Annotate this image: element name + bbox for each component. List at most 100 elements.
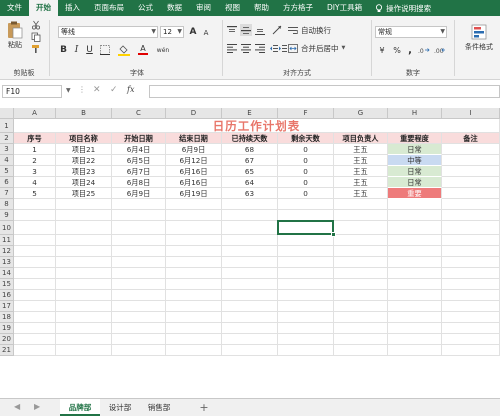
empty-cell[interactable]: [222, 345, 278, 356]
empty-cell[interactable]: [56, 323, 112, 334]
table-cell[interactable]: 63: [222, 188, 278, 199]
empty-cell[interactable]: [442, 279, 500, 290]
row-header[interactable]: 13: [0, 257, 14, 268]
table-cell[interactable]: [442, 188, 500, 199]
empty-cell[interactable]: [56, 199, 112, 210]
table-header-cell[interactable]: 项目名称: [56, 133, 112, 144]
empty-cell[interactable]: [14, 312, 56, 323]
comma-style-button[interactable]: ,: [405, 44, 415, 56]
insert-function-button[interactable]: fx: [127, 85, 134, 94]
table-cell[interactable]: 王五: [334, 144, 388, 155]
empty-cell[interactable]: [334, 345, 388, 356]
empty-cell[interactable]: [334, 290, 388, 301]
row-header[interactable]: 4: [0, 155, 14, 166]
table-cell[interactable]: [442, 177, 500, 188]
table-cell[interactable]: 日常: [388, 166, 442, 177]
sheet-tab-sales[interactable]: 销售部: [140, 399, 178, 416]
empty-cell[interactable]: [278, 235, 334, 246]
table-cell[interactable]: 王五: [334, 155, 388, 166]
empty-cell[interactable]: [442, 257, 500, 268]
table-cell[interactable]: 重要: [388, 188, 442, 199]
empty-cell[interactable]: [278, 301, 334, 312]
empty-cell[interactable]: [112, 345, 166, 356]
empty-cell[interactable]: [112, 235, 166, 246]
empty-cell[interactable]: [166, 199, 222, 210]
table-cell[interactable]: 6月8日: [112, 177, 166, 188]
font-size-dropdown[interactable]: 12 ▼: [160, 26, 184, 38]
table-header-cell[interactable]: 项目负责人: [334, 133, 388, 144]
copy-button[interactable]: [30, 32, 42, 42]
percent-button[interactable]: %: [391, 44, 403, 56]
align-right-button[interactable]: [254, 42, 266, 54]
table-header-cell[interactable]: 结束日期: [166, 133, 222, 144]
table-cell[interactable]: [442, 155, 500, 166]
empty-cell[interactable]: [56, 268, 112, 279]
tab-review[interactable]: 审阅: [189, 0, 218, 16]
empty-cell[interactable]: [388, 199, 442, 210]
empty-cell[interactable]: [56, 345, 112, 356]
empty-cell[interactable]: [56, 312, 112, 323]
column-header[interactable]: F: [278, 108, 334, 119]
empty-cell[interactable]: [56, 221, 112, 235]
italic-button[interactable]: I: [71, 44, 82, 56]
empty-cell[interactable]: [388, 345, 442, 356]
empty-cell[interactable]: [334, 221, 388, 235]
table-cell[interactable]: 67: [222, 155, 278, 166]
empty-cell[interactable]: [166, 246, 222, 257]
tab-view[interactable]: 视图: [218, 0, 247, 16]
empty-cell[interactable]: [56, 257, 112, 268]
table-header-cell[interactable]: 已持续天数: [222, 133, 278, 144]
scroll-left-icon[interactable]: ◀: [14, 402, 20, 411]
empty-cell[interactable]: [334, 235, 388, 246]
grow-font-button[interactable]: A: [187, 26, 199, 38]
increase-decimal-button[interactable]: .0: [417, 44, 431, 56]
table-cell[interactable]: [442, 166, 500, 177]
underline-button[interactable]: U: [84, 44, 95, 56]
phonetic-button[interactable]: wén: [154, 44, 172, 56]
align-center-button[interactable]: [240, 42, 252, 54]
empty-cell[interactable]: [442, 210, 500, 221]
empty-cell[interactable]: [388, 257, 442, 268]
decrease-indent-button[interactable]: [270, 42, 278, 54]
align-bottom-button[interactable]: [254, 24, 266, 36]
scroll-right-icon[interactable]: ▶: [34, 402, 40, 411]
empty-cell[interactable]: [166, 290, 222, 301]
table-cell[interactable]: 6月5日: [112, 155, 166, 166]
empty-cell[interactable]: [112, 334, 166, 345]
empty-cell[interactable]: [112, 268, 166, 279]
empty-cell[interactable]: [222, 246, 278, 257]
row-header[interactable]: 5: [0, 166, 14, 177]
row-header[interactable]: 3: [0, 144, 14, 155]
empty-cell[interactable]: [56, 290, 112, 301]
empty-cell[interactable]: [14, 290, 56, 301]
table-cell[interactable]: 项目25: [56, 188, 112, 199]
table-cell[interactable]: 项目24: [56, 177, 112, 188]
cut-button[interactable]: [30, 20, 42, 30]
add-sheet-button[interactable]: +: [196, 399, 212, 416]
empty-cell[interactable]: [388, 279, 442, 290]
empty-cell[interactable]: [278, 312, 334, 323]
tab-fangfang[interactable]: 方方格子: [276, 0, 320, 16]
empty-cell[interactable]: [14, 268, 56, 279]
tab-data[interactable]: 数据: [160, 0, 189, 16]
table-header-cell[interactable]: 剩余天数: [278, 133, 334, 144]
row-header[interactable]: 11: [0, 235, 14, 246]
increase-indent-button[interactable]: [279, 42, 287, 54]
table-cell[interactable]: 0: [278, 144, 334, 155]
help-search[interactable]: 操作说明搜索: [369, 3, 431, 14]
empty-cell[interactable]: [166, 301, 222, 312]
tab-formulas[interactable]: 公式: [131, 0, 160, 16]
empty-cell[interactable]: [112, 279, 166, 290]
table-cell[interactable]: 6月7日: [112, 166, 166, 177]
sheet-title[interactable]: 日历工作计划表: [14, 119, 500, 133]
table-cell[interactable]: 项目23: [56, 166, 112, 177]
table-cell[interactable]: 4: [14, 177, 56, 188]
table-cell[interactable]: 1: [14, 144, 56, 155]
row-header[interactable]: 6: [0, 177, 14, 188]
empty-cell[interactable]: [56, 235, 112, 246]
empty-cell[interactable]: [388, 334, 442, 345]
active-cell[interactable]: [277, 220, 334, 235]
cancel-icon[interactable]: ✕: [93, 85, 101, 95]
tab-page-layout[interactable]: 页面布局: [87, 0, 131, 16]
empty-cell[interactable]: [112, 246, 166, 257]
